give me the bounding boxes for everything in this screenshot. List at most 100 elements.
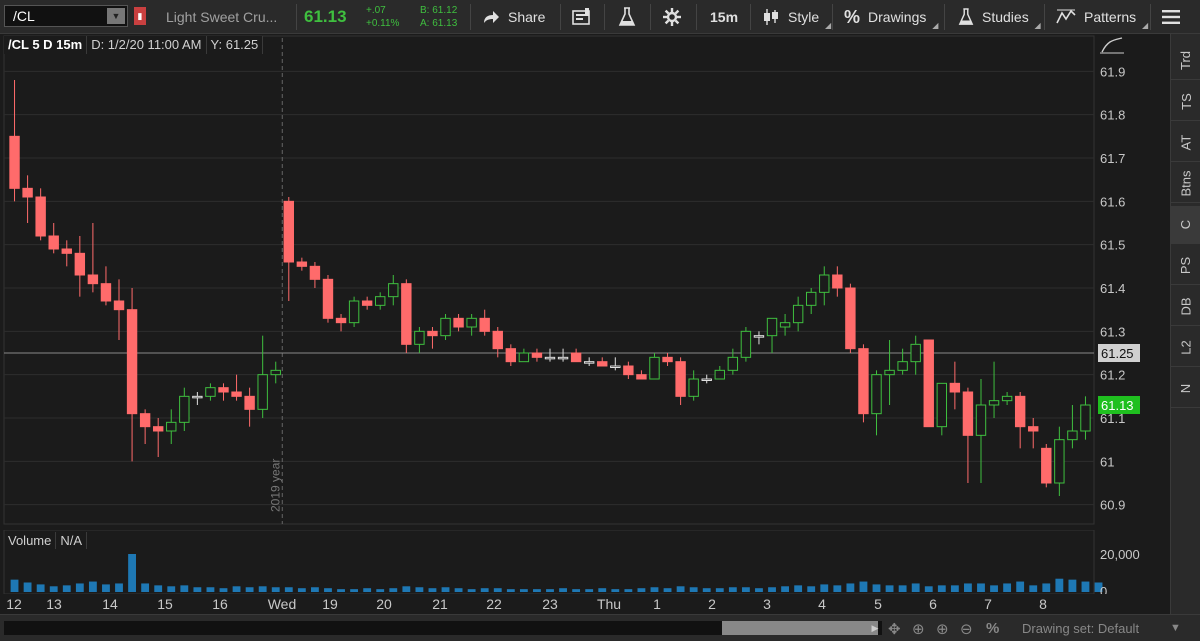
candle-up[interactable] — [910, 343, 921, 363]
candle-down[interactable] — [623, 365, 634, 376]
candle-down[interactable] — [35, 196, 46, 237]
candle-up[interactable] — [192, 395, 203, 399]
side-tab-ts[interactable]: TS — [1171, 83, 1200, 121]
candle-up[interactable] — [375, 296, 386, 306]
scrollbar-thumb[interactable] — [722, 621, 878, 635]
volume-chart[interactable]: 20,000 0 — [0, 530, 1170, 594]
drawings-button[interactable]: % Drawings ◢ — [844, 6, 938, 31]
candle-down[interactable] — [636, 374, 647, 380]
candle-down[interactable] — [87, 274, 99, 285]
candle-up[interactable] — [649, 356, 660, 380]
interval-button[interactable]: 15m — [710, 6, 738, 28]
candle-down[interactable] — [126, 309, 138, 415]
candle-down[interactable] — [61, 248, 72, 254]
candle-down[interactable] — [570, 352, 582, 363]
candle-down[interactable] — [74, 252, 86, 276]
candle-up[interactable] — [557, 356, 569, 360]
candle-down[interactable] — [48, 235, 59, 250]
candle-up[interactable] — [701, 378, 712, 381]
side-tab-trd[interactable]: Trd — [1171, 42, 1200, 80]
candle-up[interactable] — [740, 330, 752, 358]
chevron-down-icon[interactable]: ▼ — [107, 8, 125, 24]
pan-icon[interactable]: ✥ — [888, 620, 901, 638]
candle-up[interactable] — [1054, 439, 1065, 484]
candle-down[interactable] — [1041, 447, 1052, 484]
candle-down[interactable] — [597, 361, 608, 367]
scroll-right-icon[interactable]: ▶ — [868, 621, 882, 635]
candle-down[interactable] — [479, 317, 490, 332]
percent-scale-icon[interactable]: % — [986, 620, 999, 637]
candle-up[interactable] — [518, 352, 530, 363]
candle-down[interactable] — [113, 300, 125, 311]
zoom-in-icon[interactable]: ⊕ — [936, 620, 949, 638]
side-tab-db[interactable]: DB — [1171, 288, 1200, 326]
candle-down[interactable] — [949, 382, 961, 393]
more-button[interactable] — [1162, 6, 1180, 28]
settings-button[interactable] — [663, 6, 681, 28]
candle-up[interactable] — [766, 317, 778, 337]
candle-up[interactable] — [819, 274, 830, 293]
candle-up[interactable] — [610, 365, 621, 368]
candle-up[interactable] — [179, 395, 190, 423]
candle-up[interactable] — [583, 361, 595, 364]
style-button[interactable]: Style ◢ — [762, 6, 831, 30]
candle-up[interactable] — [806, 291, 817, 306]
candle-down[interactable] — [675, 361, 686, 397]
candle-down[interactable] — [1028, 426, 1039, 432]
candle-down[interactable] — [923, 339, 934, 428]
candle-down[interactable] — [505, 348, 517, 363]
candle-down[interactable] — [100, 283, 112, 302]
candle-up[interactable] — [1067, 430, 1078, 441]
candle-up[interactable] — [1001, 395, 1013, 402]
candle-down[interactable] — [1014, 395, 1026, 428]
candle-up[interactable] — [388, 283, 399, 298]
candle-up[interactable] — [884, 369, 895, 376]
time-axis[interactable]: 12 13 14 15 16 Wed 19 20 21 22 23 Thu 1 2 3 4 5 6 7 8 — [0, 594, 1170, 614]
patterns-button[interactable]: Patterns ◢ — [1056, 6, 1148, 30]
candle-up[interactable] — [988, 400, 1000, 406]
drawing-set-label[interactable]: Drawing set: Default — [1022, 621, 1139, 636]
symbol-input[interactable]: /CL ▼ — [4, 5, 128, 27]
candle-down[interactable] — [427, 330, 438, 337]
candle-up[interactable] — [975, 404, 987, 436]
crosshair-icon[interactable]: ⊕ — [912, 620, 925, 638]
candle-down[interactable] — [152, 426, 164, 432]
zoom-out-icon[interactable]: ⊖ — [960, 620, 973, 638]
side-tab-n[interactable]: N — [1171, 370, 1200, 408]
notes-button[interactable] — [572, 6, 592, 28]
candle-up[interactable] — [936, 382, 948, 428]
candle-up[interactable] — [753, 335, 765, 338]
candle-down[interactable] — [322, 278, 334, 319]
candle-up[interactable] — [166, 421, 177, 432]
candle-down[interactable] — [283, 200, 294, 263]
candle-down[interactable] — [296, 261, 308, 267]
candle-up[interactable] — [544, 356, 556, 360]
candle-up[interactable] — [440, 317, 451, 337]
candle-up[interactable] — [414, 330, 425, 345]
candle-down[interactable] — [531, 352, 543, 358]
side-tab-l2[interactable]: L2 — [1171, 329, 1200, 367]
candle-down[interactable] — [231, 391, 242, 397]
side-tab-btns[interactable]: Btns — [1171, 165, 1200, 203]
candle-down[interactable] — [492, 330, 503, 350]
studies-button[interactable]: Studies ◢ — [958, 6, 1041, 30]
candle-down[interactable] — [335, 317, 347, 324]
candle-down[interactable] — [832, 274, 843, 289]
candle-down[interactable] — [139, 413, 151, 428]
candle-up[interactable] — [688, 378, 699, 397]
candle-up[interactable] — [714, 369, 725, 380]
candle-up[interactable] — [897, 361, 908, 371]
candle-down[interactable] — [361, 300, 373, 306]
share-button[interactable]: Share — [482, 6, 545, 28]
candle-up[interactable] — [348, 300, 360, 324]
side-tab-at[interactable]: AT — [1171, 124, 1200, 162]
candle-up[interactable] — [270, 369, 281, 376]
side-tab-ps[interactable]: PS — [1171, 247, 1200, 285]
price-axis-scale-icon[interactable] — [1101, 37, 1123, 53]
candle-down[interactable] — [662, 356, 673, 363]
candle-down[interactable] — [218, 387, 229, 393]
candle-down[interactable] — [309, 265, 321, 280]
candle-down[interactable] — [453, 317, 464, 328]
candle-up[interactable] — [792, 304, 804, 324]
candle-down[interactable] — [858, 348, 869, 415]
